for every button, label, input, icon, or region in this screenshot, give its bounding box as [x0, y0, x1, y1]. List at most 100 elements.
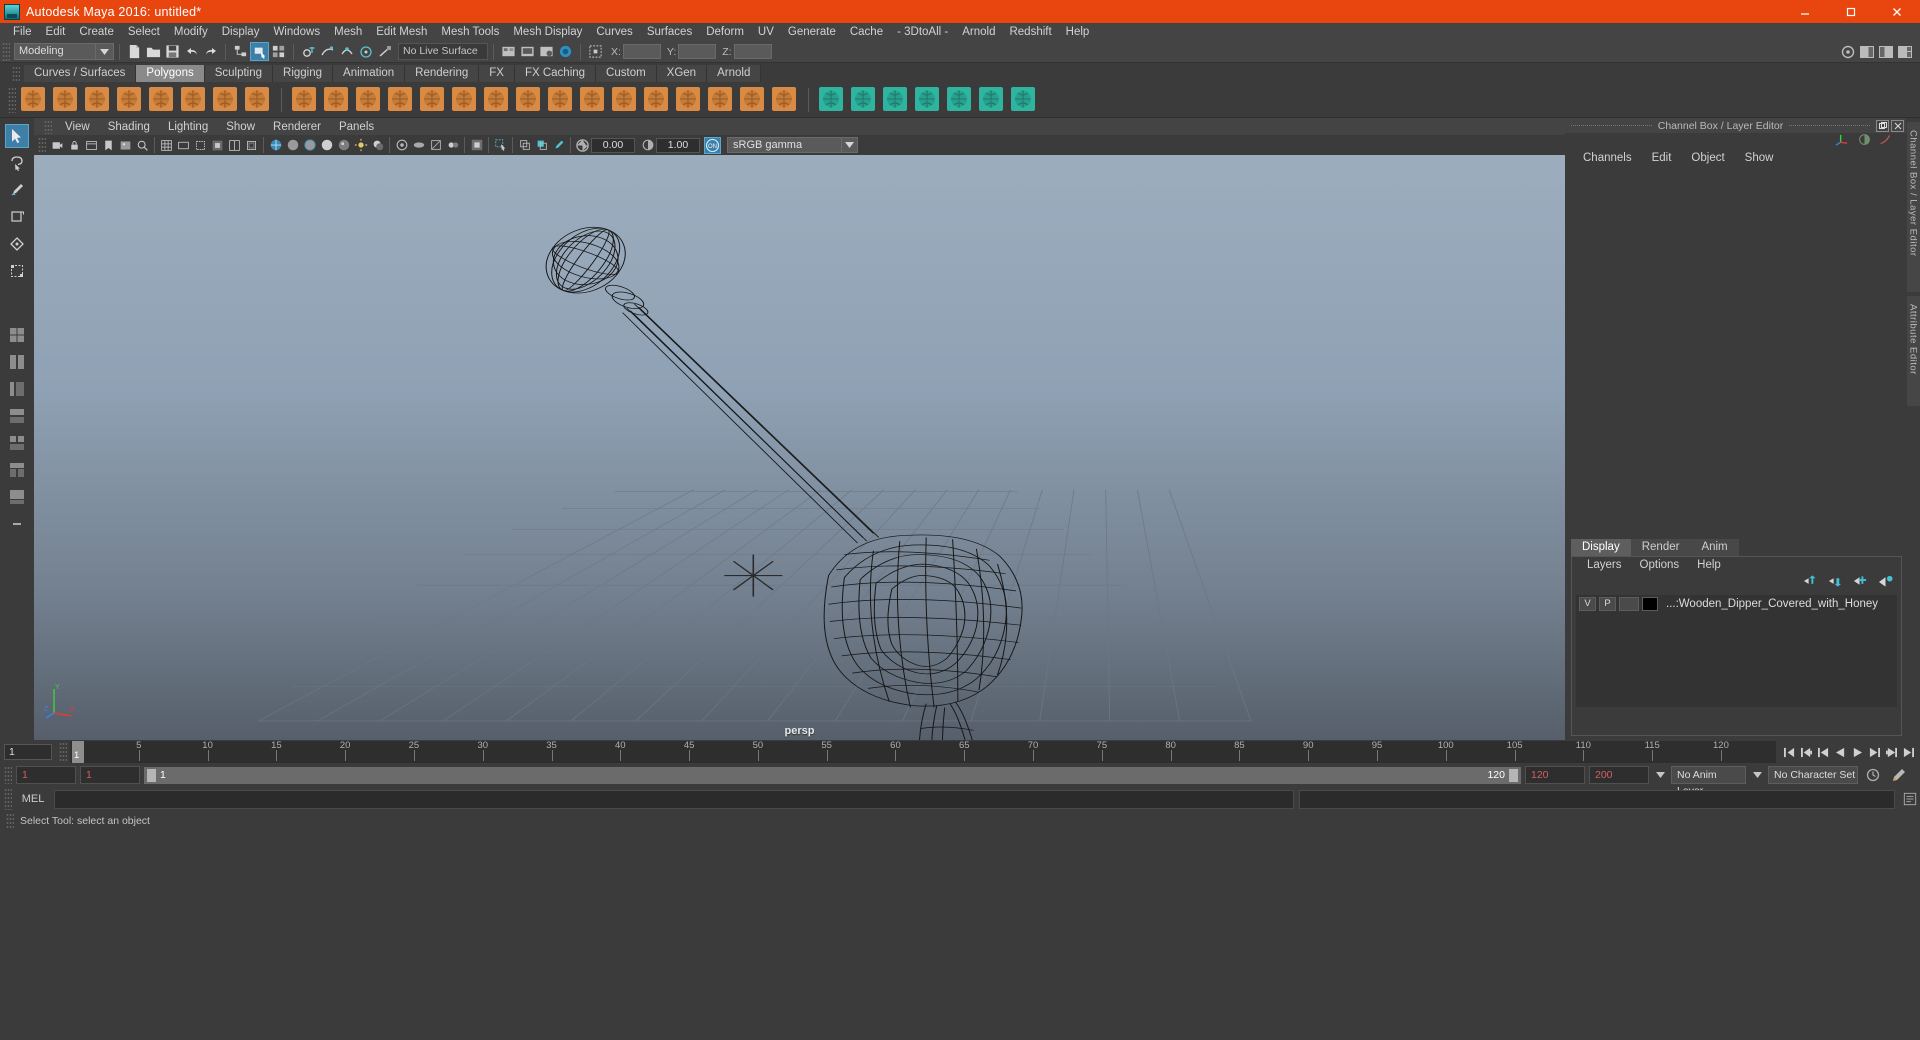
close-button[interactable]	[1874, 0, 1920, 23]
anim-layer-field[interactable]: No Anim Layer	[1671, 766, 1746, 797]
move-tool-icon[interactable]	[5, 205, 29, 229]
image-plane-icon[interactable]	[117, 137, 134, 154]
undo-icon[interactable]	[182, 42, 201, 61]
layer-menu-help[interactable]: Help	[1688, 559, 1730, 571]
combine-icon[interactable]	[291, 86, 319, 114]
polygon-pyramid-icon[interactable]	[244, 86, 272, 114]
use-all-lights-icon[interactable]	[352, 137, 369, 154]
field-chart-icon[interactable]	[226, 137, 243, 154]
grid-toggle-icon[interactable]	[158, 137, 175, 154]
show-hide-tool-settings-icon[interactable]	[1876, 42, 1895, 61]
live-surface-field[interactable]: No Live Surface	[398, 43, 488, 60]
anim-layer-chevron-down-icon[interactable]	[1750, 772, 1764, 778]
select-by-hierarchy-icon[interactable]	[231, 42, 250, 61]
select-tool-icon[interactable]	[5, 124, 29, 148]
more-layouts-icon[interactable]	[5, 512, 29, 536]
shaded-wireframe-icon[interactable]	[301, 137, 318, 154]
viewport-menu-shading[interactable]: Shading	[99, 121, 159, 133]
coord-y-field[interactable]	[678, 44, 717, 59]
smooth-target-icon[interactable]	[850, 86, 878, 114]
shelf-drag-handle[interactable]	[12, 66, 20, 82]
quad-draw-icon[interactable]	[643, 86, 671, 114]
menu-set-chevron-down-icon[interactable]	[96, 43, 114, 60]
shelf-tab-xgen[interactable]: XGen	[656, 65, 708, 82]
menu-item-cache[interactable]: Cache	[843, 23, 890, 41]
snap-to-curve-icon[interactable]	[318, 42, 337, 61]
coord-x-field[interactable]	[622, 44, 661, 59]
render-settings-icon[interactable]	[537, 42, 556, 61]
polygon-cone-icon[interactable]	[116, 86, 144, 114]
time-slider[interactable]: 1 5 10 15 20 25 30 35 40 45 50 55 60 65 70 75 80 85 90 95 1…	[70, 740, 1776, 763]
select-camera-icon[interactable]	[49, 137, 66, 154]
two-dimensional-pan-zoom-icon[interactable]	[134, 137, 151, 154]
polygon-torus-icon[interactable]	[180, 86, 208, 114]
sidebar-tab-channel-box[interactable]: Channel Box / Layer Editor	[1906, 122, 1920, 292]
shelf-tab-custom[interactable]: Custom	[596, 65, 657, 82]
redo-icon[interactable]	[201, 42, 220, 61]
resolution-gate-icon[interactable]	[192, 137, 209, 154]
grab-icon[interactable]	[914, 86, 942, 114]
step-back-frame-icon[interactable]	[1816, 745, 1831, 760]
coord-z-field[interactable]	[733, 44, 772, 59]
perspective-viewport[interactable]: persp Y Z X	[34, 155, 1565, 740]
menu-item-deform[interactable]: Deform	[699, 23, 751, 41]
outliner-layout-icon[interactable]	[5, 377, 29, 401]
playback-end-field[interactable]: 200	[1589, 766, 1649, 784]
layer-color-swatch[interactable]	[1642, 597, 1658, 611]
manipulator-axes-icon[interactable]	[1835, 133, 1850, 149]
shelf-tab-arnold[interactable]: Arnold	[707, 65, 762, 82]
depth-of-field-icon[interactable]	[444, 137, 461, 154]
layer-shading-toggle[interactable]	[1619, 597, 1639, 611]
multi-cut-icon[interactable]	[579, 86, 607, 114]
script-editor-icon[interactable]	[1900, 792, 1920, 806]
menu-item-redshift[interactable]: Redshift	[1002, 23, 1058, 41]
snap-to-view-plane-icon[interactable]	[375, 42, 394, 61]
snap-to-point-icon[interactable]	[337, 42, 356, 61]
menu-item-display[interactable]: Display	[215, 23, 267, 41]
menu-item-windows[interactable]: Windows	[266, 23, 327, 41]
exposure-picker-icon[interactable]	[550, 137, 567, 154]
polygon-sphere-icon[interactable]	[20, 86, 48, 114]
shelf-tab-curves-surfaces[interactable]: Curves / Surfaces	[24, 65, 137, 82]
select-by-component-type-icon[interactable]	[269, 42, 288, 61]
command-input[interactable]	[54, 789, 1294, 809]
persp-graph-layout-icon[interactable]	[5, 458, 29, 482]
menu-set-select[interactable]: Modeling	[14, 43, 96, 60]
range-start-handle[interactable]	[147, 768, 156, 782]
menu-item-create[interactable]: Create	[72, 23, 121, 41]
film-gate-icon[interactable]	[175, 137, 192, 154]
time-slider-drag-handle[interactable]	[59, 742, 67, 762]
color-management-toggle[interactable]: ON	[704, 136, 721, 154]
viewport-menu-drag-handle[interactable]	[44, 119, 52, 134]
animation-end-field[interactable]: 120	[1525, 766, 1585, 784]
channel-box-menu-edit[interactable]: Edit	[1642, 152, 1682, 164]
persp-outliner-layout-icon[interactable]	[5, 404, 29, 428]
step-back-key-icon[interactable]	[1799, 745, 1814, 760]
motion-blur-icon[interactable]	[410, 137, 427, 154]
viewport-menu-show[interactable]: Show	[217, 121, 264, 133]
play-forwards-icon[interactable]	[1850, 745, 1865, 760]
booleans-icon[interactable]	[387, 86, 415, 114]
xray-joints-icon[interactable]	[516, 137, 533, 154]
separate-icon[interactable]	[323, 86, 351, 114]
shelf-icons-drag-handle[interactable]	[8, 86, 16, 113]
hypershade-layout-icon[interactable]	[5, 431, 29, 455]
menu-item-file[interactable]: File	[6, 23, 39, 41]
help-line-drag-handle[interactable]	[6, 813, 14, 829]
show-hide-modeling-toolkit-icon[interactable]	[1838, 42, 1857, 61]
extrude-icon[interactable]	[547, 86, 575, 114]
select-by-object-type-icon[interactable]	[250, 42, 269, 61]
move-layer-down-icon[interactable]	[1828, 575, 1843, 590]
range-end-handle[interactable]	[1509, 768, 1518, 782]
menu-item-uv[interactable]: UV	[751, 23, 781, 41]
menu-item-modify[interactable]: Modify	[167, 23, 215, 41]
layer-tab-display[interactable]: Display	[1571, 539, 1631, 556]
menu-item-mesh-tools[interactable]: Mesh Tools	[434, 23, 506, 41]
menu-item-surfaces[interactable]: Surfaces	[640, 23, 699, 41]
two-pane-layout-icon[interactable]	[5, 350, 29, 374]
polygon-plane-icon[interactable]	[148, 86, 176, 114]
range-chevron-down-icon[interactable]	[1653, 772, 1667, 778]
play-backwards-icon[interactable]	[1833, 745, 1848, 760]
shelf-tab-sculpting[interactable]: Sculpting	[204, 65, 274, 82]
command-result-field[interactable]	[1299, 789, 1895, 809]
